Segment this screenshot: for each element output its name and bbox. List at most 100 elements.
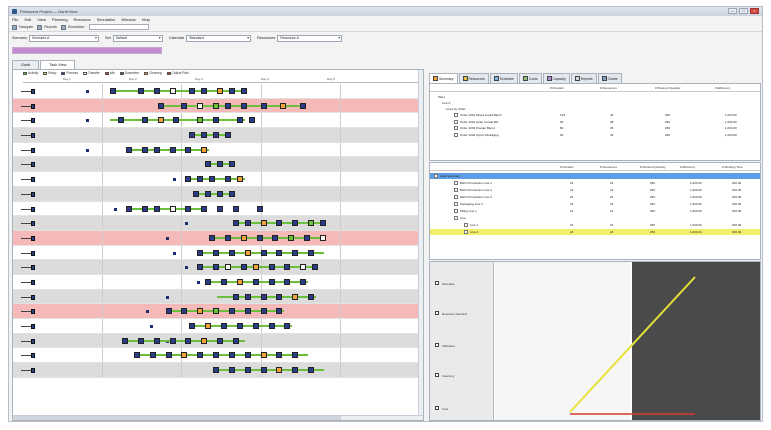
gantt-task-block[interactable] bbox=[125, 146, 132, 153]
gantt-task-block[interactable] bbox=[197, 249, 204, 256]
gantt-task-block[interactable] bbox=[240, 102, 247, 109]
gantt-task-block[interactable] bbox=[228, 249, 235, 256]
gantt-task-block[interactable] bbox=[122, 337, 128, 344]
menu-item[interactable]: Planning bbox=[52, 17, 68, 22]
gantt-task-block[interactable] bbox=[185, 337, 192, 344]
column-header[interactable]: # Duration bbox=[560, 165, 574, 169]
row-handle-icon[interactable] bbox=[21, 338, 35, 344]
gantt-task-block[interactable] bbox=[201, 88, 208, 94]
gantt-task-block[interactable] bbox=[268, 278, 275, 285]
gantt-task-block[interactable] bbox=[228, 161, 235, 168]
gantt-task-block[interactable] bbox=[213, 102, 220, 109]
gantt-task-block[interactable] bbox=[260, 293, 267, 300]
filter-combo[interactable]: Resource A bbox=[277, 34, 343, 42]
tab-schedule[interactable]: Schedule bbox=[489, 73, 518, 83]
gantt-task-block[interactable] bbox=[240, 234, 247, 241]
gantt-task-block[interactable] bbox=[169, 205, 176, 212]
gantt-task-block[interactable] bbox=[228, 308, 235, 315]
gantt-task-block[interactable] bbox=[197, 352, 204, 359]
gantt-task-block[interactable] bbox=[308, 367, 315, 374]
gantt-task-block[interactable] bbox=[169, 337, 176, 344]
gantt-task-block[interactable] bbox=[272, 234, 279, 241]
row-handle-icon[interactable] bbox=[21, 103, 35, 109]
gantt-task-block[interactable] bbox=[300, 264, 307, 271]
gantt-task-block[interactable] bbox=[165, 352, 172, 359]
gantt-row[interactable] bbox=[13, 274, 423, 290]
bottom-tab[interactable]: Graph Analysis bbox=[560, 421, 588, 422]
gantt-task-block[interactable] bbox=[252, 323, 259, 329]
gantt-task-block[interactable] bbox=[244, 308, 251, 315]
gantt-task-block[interactable] bbox=[228, 88, 235, 94]
gantt-task-block[interactable] bbox=[292, 352, 299, 359]
bottom-tab[interactable]: Overview bbox=[429, 421, 450, 422]
gantt-task-block[interactable] bbox=[244, 220, 251, 227]
gantt-task-block[interactable] bbox=[213, 367, 220, 374]
gantt-task-block[interactable] bbox=[137, 88, 144, 94]
gantt-task-block[interactable] bbox=[193, 190, 200, 197]
gantt-row[interactable] bbox=[13, 230, 423, 246]
side-list-radio[interactable] bbox=[435, 343, 439, 347]
gantt-task-block[interactable] bbox=[300, 102, 307, 109]
gantt-task-block[interactable] bbox=[213, 308, 220, 315]
gantt-task-block[interactable] bbox=[224, 176, 231, 183]
gantt-task-block[interactable] bbox=[276, 352, 283, 359]
tab-summary[interactable]: Summary bbox=[429, 73, 458, 83]
menu-item[interactable]: Resource bbox=[74, 17, 91, 22]
gantt-task-block[interactable] bbox=[197, 117, 204, 124]
row-handle-icon[interactable] bbox=[21, 176, 35, 183]
gantt-task-block[interactable] bbox=[189, 88, 196, 94]
gantt-horizontal-scrollbar[interactable] bbox=[13, 415, 423, 420]
column-header[interactable]: # Resources bbox=[600, 165, 617, 169]
row-handle-icon[interactable] bbox=[21, 220, 35, 227]
gantt-task-block[interactable] bbox=[185, 205, 192, 212]
gantt-row[interactable] bbox=[13, 172, 423, 187]
menu-item[interactable]: Help bbox=[142, 17, 150, 22]
row-handle-icon[interactable] bbox=[21, 235, 35, 241]
scrollbar-thumb[interactable] bbox=[13, 416, 341, 420]
row-checkbox[interactable] bbox=[454, 132, 458, 137]
gantt-task-block[interactable] bbox=[205, 278, 212, 285]
row-handle-icon[interactable] bbox=[21, 279, 35, 285]
table-row[interactable]: Filling Line 1 24 24 250 1,000.00 200.00 bbox=[430, 208, 760, 214]
gantt-row[interactable] bbox=[13, 157, 423, 173]
table-row[interactable]: Line 1 24 24 250 1,000.00 200.00 bbox=[430, 222, 760, 228]
row-checkbox[interactable] bbox=[454, 113, 458, 117]
gantt-row[interactable] bbox=[13, 84, 423, 99]
gantt-task-block[interactable] bbox=[181, 308, 188, 315]
toolbar-item[interactable]: Reports bbox=[37, 24, 57, 30]
gantt-task-block[interactable] bbox=[173, 117, 180, 124]
table-row[interactable]: Area Summary bbox=[430, 173, 760, 179]
gantt-task-block[interactable] bbox=[300, 278, 307, 285]
gantt-task-block[interactable] bbox=[125, 205, 132, 212]
row-handle-icon[interactable] bbox=[21, 264, 35, 271]
gantt-task-block[interactable] bbox=[153, 337, 160, 344]
gantt-task-block[interactable] bbox=[280, 102, 287, 109]
row-checkbox[interactable] bbox=[454, 188, 458, 192]
gantt-vertical-scrollbar[interactable] bbox=[418, 70, 423, 420]
side-list-radio[interactable] bbox=[435, 406, 439, 410]
gantt-task-block[interactable] bbox=[308, 249, 315, 256]
column-header[interactable]: # Working Time bbox=[722, 165, 743, 169]
bottom-tab[interactable]: Resources bbox=[484, 421, 506, 422]
tab-resources[interactable]: Resources bbox=[458, 73, 489, 83]
gantt-task-block[interactable] bbox=[276, 367, 283, 374]
gantt-task-block[interactable] bbox=[260, 102, 267, 109]
table-row[interactable]: Order 1001 Mixed Liquid Batch 120 40 250 1,0… bbox=[430, 112, 760, 118]
side-list-label[interactable]: Resource Demand bbox=[442, 312, 467, 316]
gantt-task-block[interactable] bbox=[304, 234, 311, 241]
filter-combo[interactable]: Scenario A bbox=[29, 34, 99, 42]
filter-combo[interactable]: Default bbox=[112, 34, 163, 42]
gantt-task-block[interactable] bbox=[236, 176, 243, 183]
gantt-task-block[interactable] bbox=[308, 220, 315, 227]
gantt-task-block[interactable] bbox=[244, 352, 251, 359]
gantt-task-block[interactable] bbox=[252, 264, 259, 271]
row-checkbox[interactable] bbox=[464, 223, 468, 227]
row-handle-icon[interactable] bbox=[21, 191, 35, 197]
gantt-task-block[interactable] bbox=[248, 117, 255, 124]
gantt-task-block[interactable] bbox=[252, 278, 259, 285]
bottom-tab[interactable]: Profit bbox=[528, 421, 543, 422]
row-handle-icon[interactable] bbox=[21, 117, 35, 124]
bottom-tab[interactable]: Chart bbox=[544, 421, 559, 422]
gantt-task-block[interactable] bbox=[205, 190, 212, 197]
gantt-task-block[interactable] bbox=[260, 352, 267, 359]
